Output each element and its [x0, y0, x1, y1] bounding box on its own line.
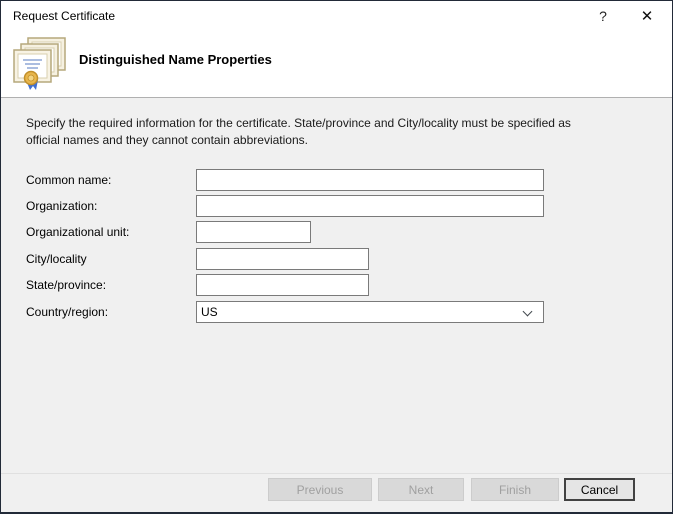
city-locality-input[interactable] [196, 248, 369, 270]
country-region-label: Country/region: [26, 305, 108, 319]
state-province-input[interactable] [196, 274, 369, 296]
finish-button[interactable]: Finish [471, 478, 559, 501]
help-icon[interactable]: ? [586, 1, 620, 31]
previous-button[interactable]: Previous [268, 478, 372, 501]
common-name-label: Common name: [26, 173, 111, 187]
cancel-button[interactable]: Cancel [564, 478, 635, 501]
request-certificate-dialog: Request Certificate ? ✕ [0, 0, 673, 514]
page-title: Distinguished Name Properties [79, 52, 272, 67]
country-region-value: US [201, 302, 218, 322]
country-region-select[interactable]: US [196, 301, 544, 323]
organization-input[interactable] [196, 195, 544, 217]
wizard-header: Distinguished Name Properties [1, 31, 672, 97]
state-province-label: State/province: [26, 278, 106, 292]
titlebar: Request Certificate ? ✕ [1, 1, 672, 31]
city-locality-label: City/locality [26, 252, 87, 266]
description-line-1: Specify the required information for the… [26, 115, 601, 132]
close-icon[interactable]: ✕ [630, 1, 664, 31]
next-button[interactable]: Next [378, 478, 464, 501]
chevron-down-icon [523, 307, 533, 317]
description-line-2: official names and they cannot contain a… [26, 132, 601, 149]
certificates-stack-icon [11, 36, 67, 97]
page-description: Specify the required information for the… [26, 115, 601, 148]
window-title: Request Certificate [13, 9, 115, 23]
common-name-input[interactable] [196, 169, 544, 191]
organization-label: Organization: [26, 199, 97, 213]
wizard-content: Specify the required information for the… [1, 98, 672, 512]
footer-divider [1, 473, 672, 474]
organizational-unit-label: Organizational unit: [26, 225, 129, 239]
organizational-unit-input[interactable] [196, 221, 311, 243]
